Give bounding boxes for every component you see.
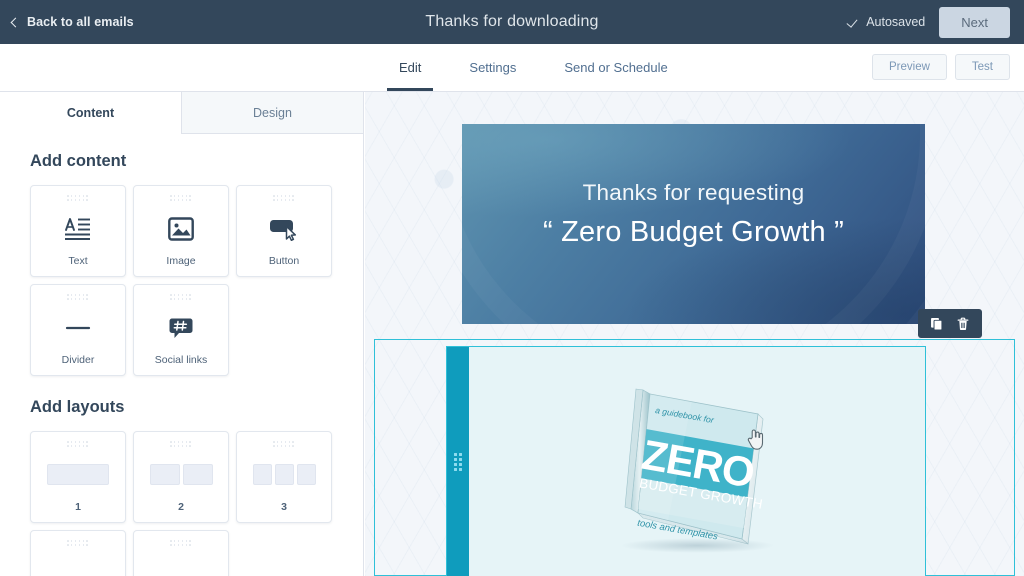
- sidebar-tab-design[interactable]: Design: [181, 92, 363, 134]
- module-card-button[interactable]: Button: [236, 185, 332, 277]
- tab-settings-label: Settings: [469, 60, 517, 75]
- layout-grid: 1 2 3: [30, 431, 333, 576]
- editor-tab-bar: Edit Settings Send or Schedule Preview T…: [0, 44, 1024, 92]
- drag-grip-icon: [454, 452, 462, 471]
- layout-card-2-label: 2: [178, 501, 184, 513]
- left-sidebar: Content Design Add content Text Image Bu…: [0, 92, 364, 576]
- drag-grip-icon: [67, 195, 89, 202]
- trash-icon[interactable]: [956, 317, 970, 331]
- module-drag-handle[interactable]: [447, 347, 469, 576]
- hero-line-2: “ Zero Budget Growth ”: [543, 216, 844, 248]
- social-links-icon: [168, 301, 194, 354]
- selected-row-outline[interactable]: a guidebook for ZERO BUDGET GROWTH tools…: [374, 309, 1015, 576]
- image-icon: [168, 202, 194, 255]
- drag-grip-icon: [67, 294, 89, 301]
- module-card-image-label: Image: [166, 255, 196, 267]
- layout-preview-4: [31, 547, 125, 576]
- email-editor-app: Back to all emails Thanks for downloadin…: [0, 0, 1024, 576]
- tab-edit-label: Edit: [399, 60, 422, 75]
- add-layouts-heading: Add layouts: [30, 398, 125, 416]
- layout-card-1-label: 1: [75, 501, 81, 513]
- layout-preview-3: [237, 448, 331, 501]
- sidebar-tab-content[interactable]: Content: [0, 92, 181, 134]
- layout-card-3-column[interactable]: 3: [236, 431, 332, 523]
- add-content-heading: Add content: [30, 152, 127, 170]
- button-icon: [269, 202, 299, 255]
- layout-preview-1: [31, 448, 125, 501]
- tab-bar-actions: Preview Test: [872, 54, 1010, 80]
- divider-icon: [64, 301, 92, 354]
- editor-tabs: Edit Settings Send or Schedule: [375, 44, 692, 92]
- autosave-status: Autosaved: [848, 15, 925, 29]
- layout-preview-5: [134, 547, 228, 576]
- layout-card-5[interactable]: [133, 530, 229, 576]
- sidebar-tab-content-label: Content: [66, 105, 115, 120]
- sidebar-body: Add content Text Image Button Divider So…: [0, 134, 363, 576]
- back-to-all-emails-button[interactable]: Back to all emails: [10, 15, 134, 29]
- module-card-text-label: Text: [68, 255, 88, 267]
- book-shadow: [620, 537, 775, 553]
- sidebar-tabs: Content Design: [0, 92, 363, 134]
- next-button[interactable]: Next: [939, 6, 1010, 38]
- check-icon: [848, 17, 859, 28]
- drag-grip-icon: [170, 294, 192, 301]
- tab-edit[interactable]: Edit: [375, 44, 445, 91]
- email-canvas[interactable]: Thanks for requesting “ Zero Budget Grow…: [365, 92, 1024, 576]
- hero-line-1: Thanks for requesting: [582, 180, 805, 205]
- drag-grip-icon: [170, 441, 192, 448]
- top-bar-actions: Autosaved Next: [848, 0, 1010, 44]
- book-cover-image[interactable]: a guidebook for ZERO BUDGET GROWTH tools…: [602, 367, 792, 557]
- hero-text-block: Thanks for requesting “ Zero Budget Grow…: [462, 180, 925, 249]
- tab-send-or-schedule[interactable]: Send or Schedule: [540, 44, 691, 91]
- module-content-area[interactable]: a guidebook for ZERO BUDGET GROWTH tools…: [469, 347, 925, 576]
- module-card-text[interactable]: Text: [30, 185, 126, 277]
- email-hero-banner[interactable]: Thanks for requesting “ Zero Budget Grow…: [462, 124, 925, 324]
- tab-send-or-schedule-label: Send or Schedule: [564, 60, 668, 75]
- drag-grip-icon: [273, 195, 295, 202]
- selected-image-module[interactable]: a guidebook for ZERO BUDGET GROWTH tools…: [446, 346, 926, 576]
- drag-grip-icon: [170, 540, 192, 547]
- pointing-hand-cursor: [747, 429, 764, 450]
- text-format-icon: [64, 202, 92, 255]
- back-to-all-emails-label: Back to all emails: [27, 15, 134, 29]
- layout-card-2-column[interactable]: 2: [133, 431, 229, 523]
- chevron-left-icon: [10, 17, 21, 27]
- module-card-social-links-label: Social links: [154, 354, 208, 366]
- test-button[interactable]: Test: [954, 54, 1010, 80]
- module-card-divider[interactable]: Divider: [30, 284, 126, 376]
- copy-icon[interactable]: [930, 317, 944, 331]
- module-card-button-label: Button: [268, 255, 300, 267]
- layout-card-1-column[interactable]: 1: [30, 431, 126, 523]
- layout-card-3-label: 3: [281, 501, 287, 513]
- content-module-grid: Text Image Button Divider Social links: [30, 185, 333, 376]
- module-card-social-links[interactable]: Social links: [133, 284, 229, 376]
- module-action-toolbar: [918, 309, 982, 338]
- layout-preview-2: [134, 448, 228, 501]
- module-card-divider-label: Divider: [61, 354, 95, 366]
- top-bar: Back to all emails Thanks for downloadin…: [0, 0, 1024, 44]
- preview-button[interactable]: Preview: [872, 54, 947, 80]
- module-card-image[interactable]: Image: [133, 185, 229, 277]
- drag-grip-icon: [170, 195, 192, 202]
- drag-grip-icon: [67, 540, 89, 547]
- tab-settings[interactable]: Settings: [445, 44, 540, 91]
- drag-grip-icon: [67, 441, 89, 448]
- drag-grip-icon: [273, 441, 295, 448]
- layout-card-4[interactable]: [30, 530, 126, 576]
- sidebar-tab-design-label: Design: [253, 105, 292, 120]
- autosave-label: Autosaved: [866, 15, 926, 29]
